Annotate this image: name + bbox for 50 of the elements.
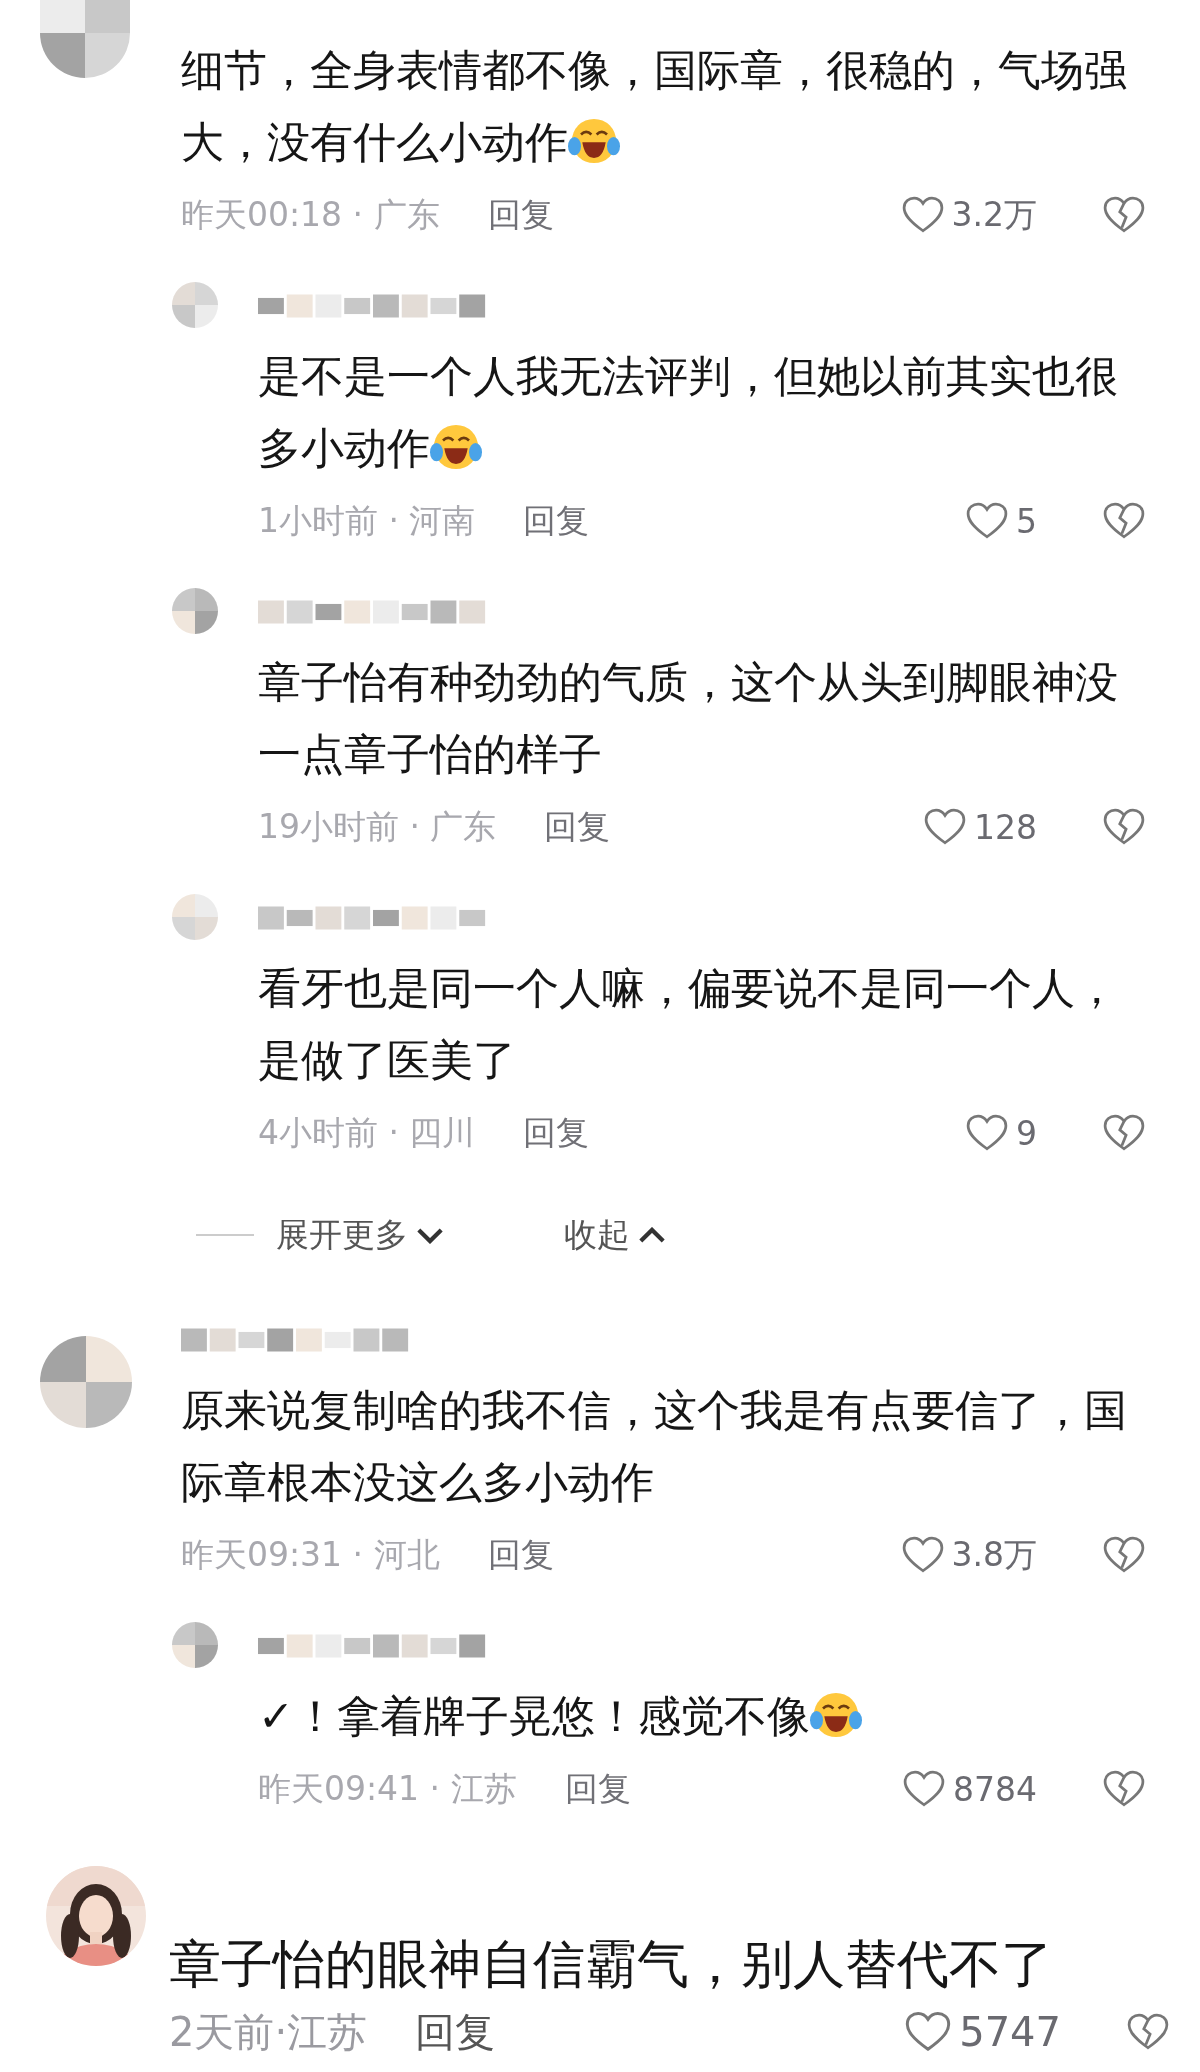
broken-heart-icon[interactable]: [1103, 502, 1145, 540]
comment-time-location: 昨天00:18 · 广东: [181, 193, 440, 236]
reply-link[interactable]: 回复: [487, 192, 554, 238]
broken-heart-icon[interactable]: [1103, 808, 1145, 846]
like-count: 3.2万: [951, 193, 1037, 236]
comment-text: ✓！拿着牌子晃悠！感觉不像: [258, 1680, 1124, 1752]
reply-link[interactable]: 回复: [564, 1766, 631, 1812]
comment-text: 章子怡的眼神自信霸气，别人替代不了: [169, 1933, 1054, 1996]
reply-link[interactable]: 回复: [544, 804, 611, 850]
blurred-avatar[interactable]: [40, 0, 130, 78]
reply-link[interactable]: 回复: [415, 2004, 496, 2060]
comment-text: 细节，全身表情都不像，国际章，很稳的，气场强大，没有什么小动作: [181, 44, 1128, 169]
comment-text: 看牙也是同一个人嘛，偏要说不是同一个人，是做了医美了: [258, 962, 1119, 1087]
comment-time-location: 1小时前 · 河南: [258, 499, 476, 542]
expand-more-button[interactable]: 展开更多: [276, 1212, 444, 1258]
reply-link[interactable]: 回复: [487, 1532, 554, 1578]
like-count: 3.8万: [951, 1533, 1037, 1576]
heart-icon[interactable]: [905, 2011, 952, 2053]
comment-time-location: 19小时前 · 广东: [258, 805, 497, 848]
chevron-up-icon: [638, 1226, 666, 1244]
like-count: 8784: [953, 1769, 1037, 1809]
broken-heart-icon[interactable]: [1127, 2013, 1169, 2051]
heart-icon[interactable]: [966, 502, 1008, 540]
comment-time-location: 昨天09:41 · 江苏: [258, 1767, 517, 1810]
broken-heart-icon[interactable]: [1103, 1114, 1145, 1152]
reply-link[interactable]: 回复: [523, 498, 590, 544]
comment-text: 是不是一个人我无法评判，但她以前其实也很多小动作: [258, 350, 1119, 475]
blurred-avatar[interactable]: [172, 1622, 218, 1668]
heart-icon[interactable]: [924, 808, 966, 846]
broken-heart-icon[interactable]: [1103, 1770, 1145, 1808]
broken-heart-icon[interactable]: [1103, 196, 1145, 234]
heart-icon[interactable]: [903, 1770, 945, 1808]
comment-text: 章子怡有种劲劲的气质，这个从头到脚眼神没一点章子怡的样子: [258, 656, 1119, 781]
reply-link[interactable]: 回复: [523, 1110, 590, 1156]
heart-icon[interactable]: [901, 196, 944, 234]
like-count: 9: [1016, 1113, 1037, 1153]
like-count: 5747: [959, 2009, 1061, 2055]
comment-time-location: 2天前·江苏: [169, 2007, 368, 2057]
chevron-down-icon: [416, 1226, 444, 1244]
heart-icon[interactable]: [966, 1114, 1008, 1152]
like-count: 128: [974, 807, 1037, 847]
blurred-avatar[interactable]: [172, 588, 218, 634]
like-count: 5: [1016, 501, 1037, 541]
heart-icon[interactable]: [901, 1536, 944, 1574]
blurred-avatar[interactable]: [40, 1336, 132, 1428]
collapse-button[interactable]: 收起: [564, 1212, 666, 1258]
broken-heart-icon[interactable]: [1103, 1536, 1145, 1574]
comment-text: 原来说复制啥的我不信，这个我是有点要信了，国际章根本没这么多小动作: [181, 1384, 1128, 1509]
comment-time-location: 昨天09:31 · 河北: [181, 1533, 440, 1576]
comment-time-location: 4小时前 · 四川: [258, 1111, 476, 1154]
